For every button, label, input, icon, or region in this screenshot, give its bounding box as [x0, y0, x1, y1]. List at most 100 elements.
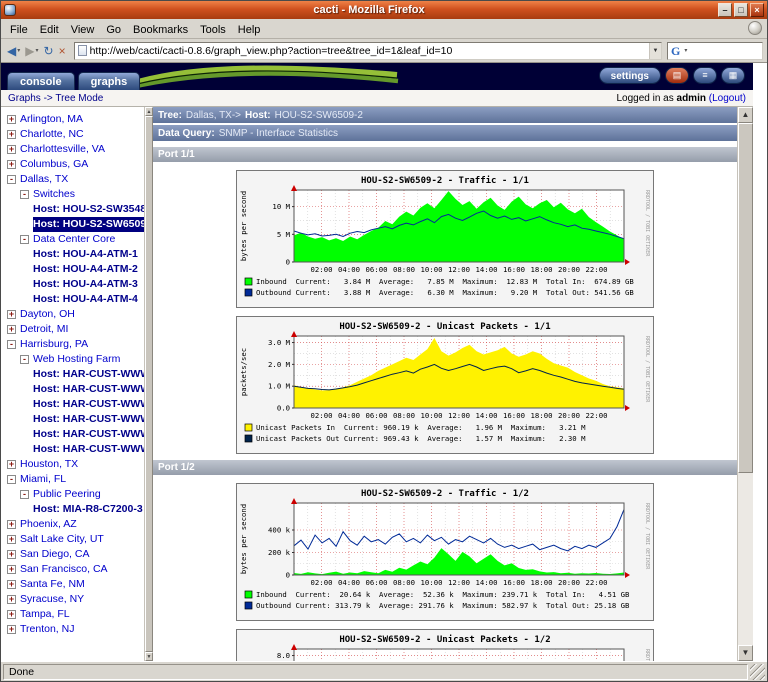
back-button[interactable]: ◀ ▾ — [5, 41, 22, 60]
tree-node-link[interactable]: Charlotte, NC — [20, 127, 84, 142]
tree-node-link[interactable]: Web Hosting Farm — [33, 352, 120, 367]
tree-node-link[interactable]: Salt Lake City, UT — [20, 532, 104, 547]
expand-icon[interactable]: + — [7, 115, 16, 124]
view-tree-button[interactable]: ▤ — [665, 67, 689, 84]
tree-node-link[interactable]: Host: HAR-CUST-WWW5 — [33, 442, 144, 457]
tree-node-link[interactable]: San Diego, CA — [20, 547, 89, 562]
scroll-down-icon[interactable]: ▼ — [738, 645, 753, 661]
tree-node-link[interactable]: Tampa, FL — [20, 607, 70, 622]
tree-node-link[interactable]: Host: HAR-CUST-WWW1 — [33, 382, 144, 397]
tree-node-link[interactable]: Syracuse, NY — [20, 592, 84, 607]
expand-icon[interactable]: + — [7, 325, 16, 334]
tab-console[interactable]: console — [7, 72, 75, 90]
scrollbar-track[interactable] — [738, 123, 753, 645]
tree-scrollbar[interactable]: ▲ ▼ — [144, 107, 153, 661]
expand-icon[interactable]: + — [7, 160, 16, 169]
window-scrollbar[interactable]: ▲ ▼ — [737, 107, 753, 661]
tree-node-link[interactable]: Harrisburg, PA — [20, 337, 88, 352]
tree-node-link[interactable]: Host: HAR-CUST-WWW2 — [33, 397, 144, 412]
stop-button[interactable]: × — [57, 41, 68, 60]
scroll-up-icon[interactable]: ▲ — [738, 107, 753, 123]
tree-node-link[interactable]: Host: HOU-S2-SW6509-2 — [33, 217, 144, 232]
tree-node-link[interactable]: Phoenix, AZ — [20, 517, 77, 532]
collapse-icon[interactable]: - — [20, 355, 29, 364]
tree-node-link[interactable]: Trenton, NJ — [20, 622, 74, 637]
tree-node-link[interactable]: Host: HOU-S2-SW3548-1 — [33, 202, 144, 217]
menu-edit[interactable]: Edit — [34, 22, 65, 38]
search-dropdown-icon[interactable]: ▾ — [684, 47, 687, 54]
expand-icon[interactable]: + — [7, 130, 16, 139]
tree-node-link[interactable]: Dallas, TX — [20, 172, 68, 187]
tree-scroll-down-icon[interactable]: ▼ — [145, 652, 153, 661]
expand-icon[interactable]: + — [7, 565, 16, 574]
menu-view[interactable]: View — [65, 22, 101, 38]
resize-grip[interactable] — [750, 664, 765, 680]
menu-tools[interactable]: Tools — [194, 22, 232, 38]
expand-icon[interactable]: + — [7, 145, 16, 154]
back-dropdown-icon[interactable]: ▾ — [17, 47, 20, 54]
tree-node-link[interactable]: Host: HAR-CUST-WWW0 — [33, 367, 144, 382]
tree-scroll-up-icon[interactable]: ▲ — [145, 107, 153, 116]
rrd-graph-image[interactable]: HOU-S2-SW6509-2 - Traffic - 1/1bytes per… — [236, 170, 654, 308]
breadcrumb[interactable]: Graphs -> Tree Mode — [8, 93, 103, 104]
collapse-icon[interactable]: - — [20, 235, 29, 244]
tree-node-link[interactable]: Columbus, GA — [20, 157, 88, 172]
url-dropdown-icon[interactable]: ▼ — [649, 43, 661, 59]
menu-file[interactable]: File — [4, 22, 34, 38]
scrollbar-thumb[interactable] — [738, 123, 753, 473]
tree-scrollbar-thumb[interactable] — [145, 116, 153, 652]
rrd-graph-image[interactable]: HOU-S2-SW6509-2 - Traffic - 1/2bytes per… — [236, 483, 654, 621]
tree-node-link[interactable]: Dayton, OH — [20, 307, 75, 322]
tree-node-link[interactable]: Houston, TX — [20, 457, 78, 472]
view-preview-button[interactable]: ▦ — [721, 67, 745, 84]
url-input[interactable]: http://web/cacti/cacti-0.8.6/graph_view.… — [90, 45, 646, 57]
expand-icon[interactable]: + — [7, 610, 16, 619]
settings-button[interactable]: settings — [599, 67, 661, 84]
collapse-icon[interactable]: - — [7, 175, 16, 184]
tree-node-link[interactable]: Host: MIA-R8-C7200-3 — [33, 502, 143, 517]
rrd-graph-image[interactable]: HOU-S2-SW6509-2 - Unicast Packets - 1/1p… — [236, 316, 654, 454]
tree-node-link[interactable]: Charlottesville, VA — [20, 142, 105, 157]
tree-node-link[interactable]: Switches — [33, 187, 75, 202]
expand-icon[interactable]: + — [7, 520, 16, 529]
collapse-icon[interactable]: - — [20, 190, 29, 199]
tab-graphs[interactable]: graphs — [78, 72, 141, 90]
minimize-button[interactable]: – — [718, 3, 732, 17]
close-button[interactable]: × — [750, 3, 764, 17]
search-input[interactable]: G ▾ — [667, 42, 763, 60]
tree-node-link[interactable]: Miami, FL — [20, 472, 66, 487]
tree-node-link[interactable]: Host: HAR-CUST-WWW4 — [33, 427, 144, 442]
collapse-icon[interactable]: - — [7, 340, 16, 349]
forward-button[interactable]: ▶ ▾ — [23, 41, 40, 60]
tree-node-link[interactable]: Host: HOU-A4-ATM-1 — [33, 247, 138, 262]
rrd-graph-image[interactable]: HOU-S2-SW6509-2 - Unicast Packets - 1/2p… — [236, 629, 654, 661]
tree-node-link[interactable]: Public Peering — [33, 487, 101, 502]
expand-icon[interactable]: + — [7, 535, 16, 544]
title-bar[interactable]: cacti - Mozilla Firefox – □ × — [1, 1, 767, 19]
tree-node-link[interactable]: Host: HOU-A4-ATM-3 — [33, 277, 138, 292]
menu-bookmarks[interactable]: Bookmarks — [127, 22, 194, 38]
url-bar[interactable]: http://web/cacti/cacti-0.8.6/graph_view.… — [74, 42, 662, 60]
tree-node-link[interactable]: Host: HOU-A4-ATM-2 — [33, 262, 138, 277]
tree-node-link[interactable]: Host: HOU-A4-ATM-4 — [33, 292, 138, 307]
expand-icon[interactable]: + — [7, 460, 16, 469]
expand-icon[interactable]: + — [7, 310, 16, 319]
view-list-button[interactable]: ≡ — [693, 67, 717, 84]
tree-node-link[interactable]: Santa Fe, NM — [20, 577, 85, 592]
expand-icon[interactable]: + — [7, 595, 16, 604]
reload-button[interactable]: ↻ — [42, 41, 56, 60]
expand-icon[interactable]: + — [7, 550, 16, 559]
tree-node-link[interactable]: Arlington, MA — [20, 112, 83, 127]
tree-node-link[interactable]: Data Center Core — [33, 232, 115, 247]
tree-node-link[interactable]: San Francisco, CA — [20, 562, 108, 577]
expand-icon[interactable]: + — [7, 625, 16, 634]
menu-go[interactable]: Go — [100, 22, 127, 38]
logout-link[interactable]: (Logout) — [706, 93, 746, 104]
maximize-button[interactable]: □ — [734, 3, 748, 17]
tree-node-link[interactable]: Host: HAR-CUST-WWW3 — [33, 412, 144, 427]
tree-node-link[interactable]: Detroit, MI — [20, 322, 68, 337]
collapse-icon[interactable]: - — [7, 475, 16, 484]
collapse-icon[interactable]: - — [20, 490, 29, 499]
forward-dropdown-icon[interactable]: ▾ — [35, 47, 38, 54]
menu-help[interactable]: Help — [232, 22, 267, 38]
